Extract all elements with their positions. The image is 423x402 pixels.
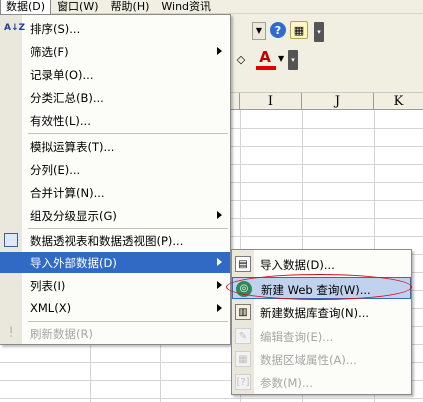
font-color-bar [256, 66, 276, 70]
menu-item-label: 分类汇总(B)... [30, 91, 104, 105]
menu-item-label: XML(X) [30, 301, 72, 315]
menu-window[interactable]: 窗口(W) [51, 0, 104, 14]
combo-dropdown-button[interactable]: ▼ [252, 22, 266, 40]
menu-item-label: 排序(S)... [30, 22, 81, 36]
menu-item-label: 导入外部数据(D) [30, 256, 117, 270]
menu-item-subtotals[interactable]: 分类汇总(B)... [0, 87, 230, 108]
column-header-j[interactable]: J [302, 93, 374, 110]
refresh-icon: ! [8, 325, 14, 341]
submenu-item-edit-query[interactable]: ✎ 编辑查询(E)... [232, 325, 411, 347]
menu-item-text-to-columns[interactable]: 分列(E)... [0, 159, 230, 180]
submenu-arrow-icon [217, 258, 222, 266]
column-header-k[interactable]: K [374, 93, 423, 110]
menu-item-list[interactable]: 列表(I) [0, 275, 230, 296]
font-color-dropdown-icon[interactable]: ▼ [278, 54, 284, 63]
menu-item-sort[interactable]: A↓Z 排序(S)... [0, 18, 230, 39]
menu-item-filter[interactable]: 筛选(F) [0, 41, 230, 62]
menu-item-label: 分列(E)... [30, 163, 81, 177]
menu-item-label: 模拟运算表(T)... [30, 140, 115, 154]
submenu-arrow-icon [217, 281, 222, 289]
menu-item-label: 编辑查询(E)... [260, 330, 334, 344]
menu-item-table[interactable]: 模拟运算表(T)... [0, 136, 230, 157]
font-color-icon[interactable]: A [256, 48, 274, 66]
database-query-icon: ▥ [235, 304, 251, 320]
data-menu: A↓Z 排序(S)... 筛选(F) 记录单(O)... 分类汇总(B)... … [0, 14, 231, 345]
submenu-item-range-properties[interactable]: ▦ 数据区域属性(A)... [232, 348, 411, 370]
parameters-icon: [?] [235, 374, 251, 390]
range-properties-icon: ▦ [235, 351, 251, 367]
menu-item-xml[interactable]: XML(X) [0, 298, 230, 319]
menu-item-label: 刷新数据(R) [30, 327, 93, 341]
menu-separator [28, 133, 228, 134]
pivot-table-icon [4, 233, 18, 247]
menu-item-label: 新建数据库查询(N)... [260, 306, 370, 320]
menu-item-import-external-data[interactable]: 导入外部数据(D) [0, 252, 230, 273]
menu-bar: 数据(D) 窗口(W) 帮助(H) Wind资讯 [0, 0, 423, 14]
menu-item-pivot-table[interactable]: 数据透视表和数据透视图(P)... [0, 230, 230, 251]
menu-separator [28, 228, 228, 229]
help-icon[interactable]: ? [270, 22, 286, 38]
column-headers: I J K [230, 92, 423, 110]
menu-item-label: 记录单(O)... [30, 68, 94, 82]
menu-item-label: 参数(M)... [260, 376, 313, 390]
menu-item-refresh-data[interactable]: ! 刷新数据(R) [0, 323, 230, 344]
menu-item-label: 数据区域属性(A)... [260, 353, 357, 367]
menu-item-label: 组及分级显示(G) [30, 209, 117, 223]
import-external-data-submenu: ▤ 导入数据(D)... ◎ 新建 Web 查询(W)... ▥ 新建数据库查询… [231, 249, 412, 395]
menu-item-consolidate[interactable]: 合并计算(N)... [0, 182, 230, 203]
fill-color-icon[interactable]: ◇ [232, 50, 250, 68]
submenu-arrow-icon [217, 304, 222, 312]
submenu-item-new-database-query[interactable]: ▥ 新建数据库查询(N)... [232, 301, 411, 323]
sort-az-icon: A↓Z [4, 23, 26, 33]
menu-item-label: 筛选(F) [30, 45, 69, 59]
menu-help[interactable]: 帮助(H) [105, 0, 156, 14]
menu-item-form[interactable]: 记录单(O)... [0, 64, 230, 85]
submenu-arrow-icon [217, 47, 222, 55]
menu-data[interactable]: 数据(D) [0, 0, 52, 14]
menu-item-label: 导入数据(D)... [260, 258, 335, 272]
menu-item-label: 列表(I) [30, 279, 66, 293]
menu-item-label: 有效性(L)... [30, 114, 91, 128]
menu-item-label: 数据透视表和数据透视图(P)... [30, 234, 184, 248]
submenu-item-import-data[interactable]: ▤ 导入数据(D)... [232, 253, 411, 275]
toolbar-options-icon[interactable]: ▾ [288, 50, 298, 70]
menu-separator [28, 321, 228, 322]
edit-query-icon: ✎ [235, 328, 251, 344]
chart-wizard-icon[interactable]: ▦ [290, 21, 308, 39]
menu-wind[interactable]: Wind资讯 [155, 0, 217, 14]
submenu-arrow-icon [217, 211, 222, 219]
column-header-i[interactable]: I [240, 93, 302, 110]
menu-item-label: 合并计算(N)... [30, 186, 105, 200]
menu-item-validation[interactable]: 有效性(L)... [0, 110, 230, 131]
submenu-item-parameters[interactable]: [?] 参数(M)... [232, 371, 411, 393]
annotation-highlight-ellipse [226, 274, 412, 300]
menu-item-group-outline[interactable]: 组及分级显示(G) [0, 205, 230, 226]
import-data-icon: ▤ [235, 256, 251, 272]
toolbar-options-icon[interactable]: ▾ [314, 22, 324, 42]
column-header[interactable] [230, 93, 240, 110]
